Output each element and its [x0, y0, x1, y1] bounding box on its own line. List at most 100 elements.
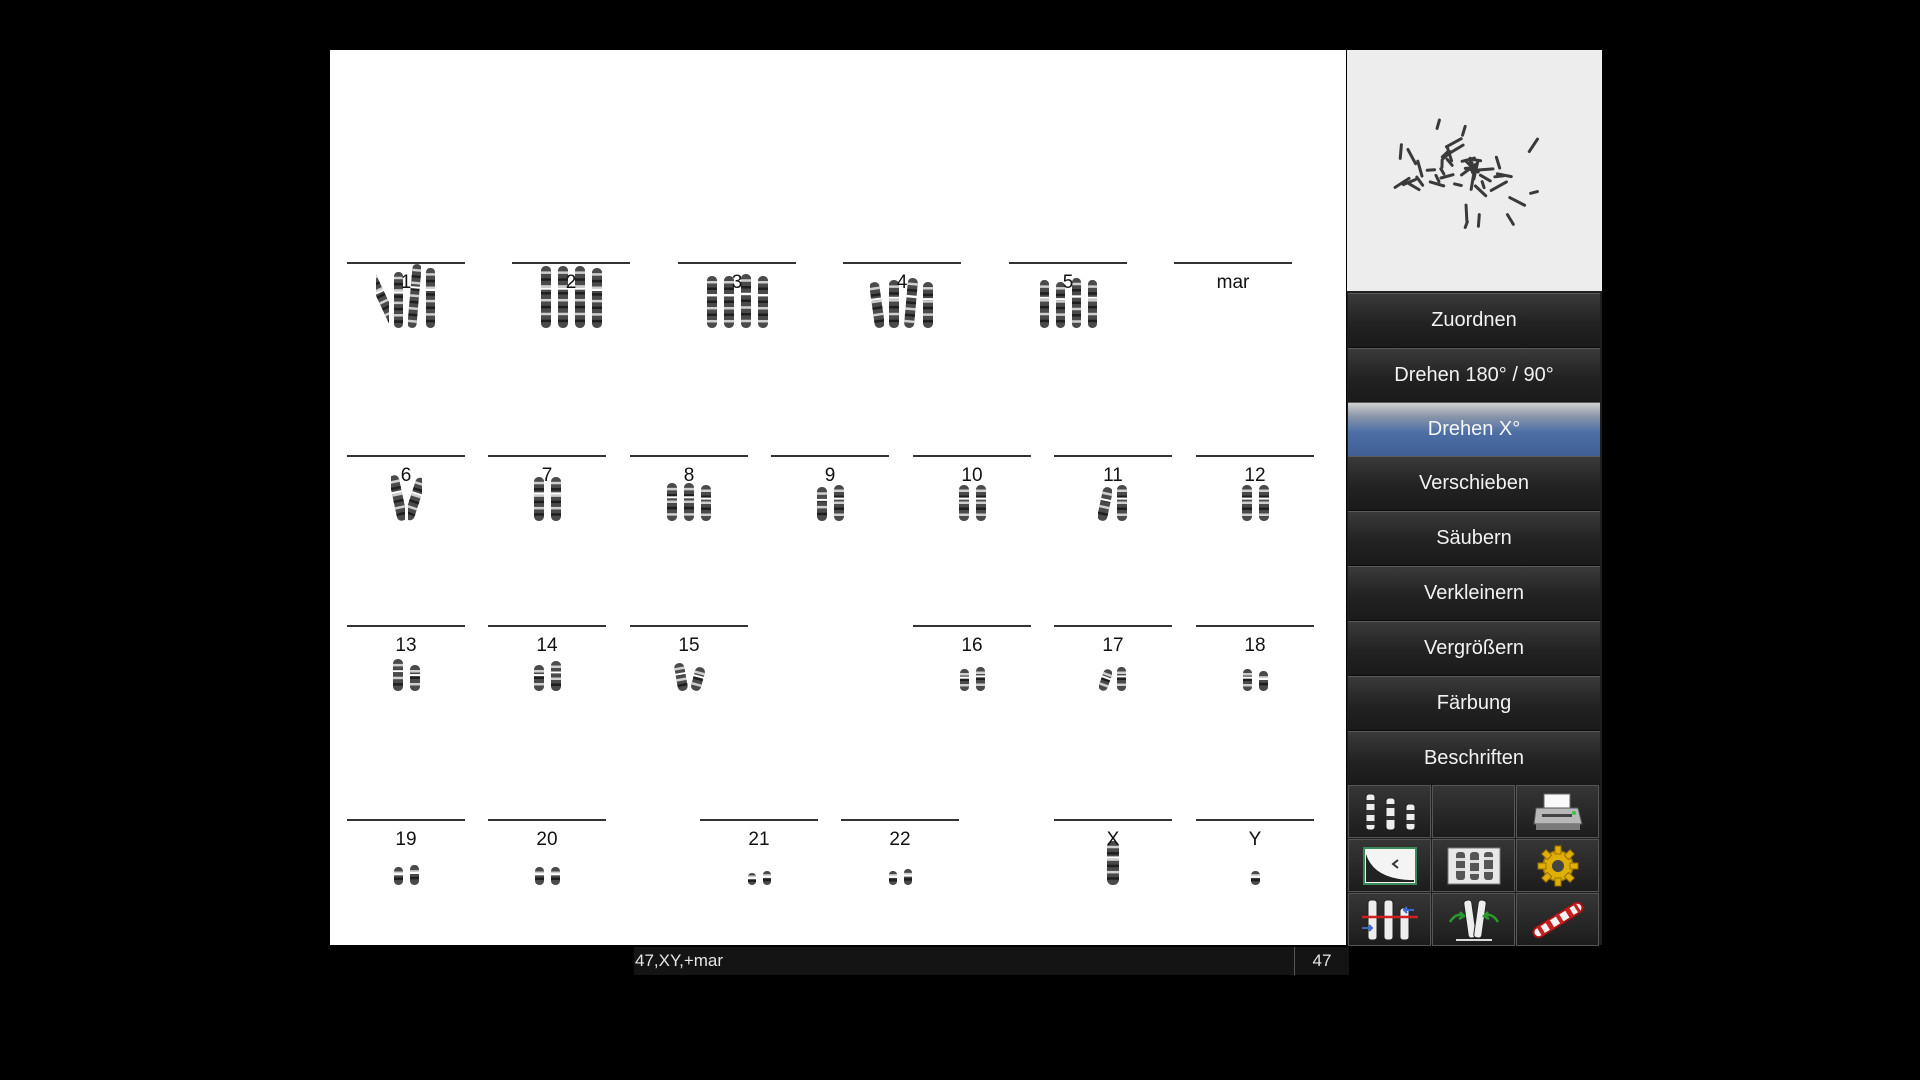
chromosome[interactable]: [699, 483, 713, 523]
clean-button[interactable]: Säubern: [1348, 511, 1600, 566]
chromosome-pair[interactable]: [700, 815, 818, 887]
chromosome[interactable]: [832, 483, 846, 523]
chromosome-pair[interactable]: [347, 621, 465, 693]
chromosome-slot-18[interactable]: 18: [1196, 553, 1314, 693]
chromosome-slot-y[interactable]: Y: [1196, 747, 1314, 887]
print-button[interactable]: [1516, 785, 1599, 838]
chromosome[interactable]: [902, 867, 914, 887]
chromosome-pair[interactable]: [1054, 815, 1172, 887]
chromosome[interactable]: [682, 481, 696, 523]
chromosome[interactable]: [1257, 669, 1270, 693]
chromosome[interactable]: [690, 665, 705, 693]
chromosome[interactable]: [391, 657, 405, 693]
chromosome[interactable]: [1115, 665, 1128, 693]
chromosome-pair[interactable]: [843, 258, 961, 330]
chromosome-slot-21[interactable]: 21: [700, 747, 818, 887]
chromosome-slot-14[interactable]: 14: [488, 553, 606, 693]
chromosome[interactable]: [665, 481, 679, 523]
chromosome-pair[interactable]: [488, 451, 606, 523]
chromosome[interactable]: [1257, 483, 1271, 523]
chromosome-pair[interactable]: [1009, 258, 1127, 330]
chromosome-pair[interactable]: [1196, 621, 1314, 693]
chromosome-slot-16[interactable]: 16: [913, 553, 1031, 693]
chromosome[interactable]: [761, 869, 773, 887]
chromosome-slot-1[interactable]: 1: [347, 190, 465, 330]
move-button[interactable]: Verschieben: [1348, 456, 1600, 511]
chromosome-slot-x[interactable]: X: [1054, 747, 1172, 887]
chromosome-pair[interactable]: [347, 815, 465, 887]
chromosome-pair[interactable]: [1196, 815, 1314, 887]
settings-button[interactable]: [1516, 839, 1599, 892]
staining-button[interactable]: Färbung: [1348, 676, 1600, 731]
chromosome-slot-20[interactable]: 20: [488, 747, 606, 887]
chromosome-slot-mar[interactable]: mar: [1174, 190, 1292, 330]
chromosome[interactable]: [673, 661, 688, 693]
chromosome[interactable]: [392, 865, 405, 887]
chromosome[interactable]: [549, 865, 562, 887]
chromosome-pair[interactable]: [347, 451, 465, 523]
chromosome-pair[interactable]: [630, 451, 748, 523]
chromosome[interactable]: [1240, 483, 1254, 523]
chromosome-slot-13[interactable]: 13: [347, 553, 465, 693]
chromosome-slot-19[interactable]: 19: [347, 747, 465, 887]
chromosome-brush-button[interactable]: [1516, 893, 1599, 946]
chromosome-slot-17[interactable]: 17: [1054, 553, 1172, 693]
chromosome[interactable]: [549, 659, 563, 693]
chromosome-slot-15[interactable]: 15: [630, 553, 748, 693]
enlarge-button[interactable]: Vergrößern: [1348, 621, 1600, 676]
shrink-button[interactable]: Verkleinern: [1348, 566, 1600, 621]
chromosome-slot-11[interactable]: 11: [1054, 383, 1172, 523]
chromosome-pair[interactable]: [488, 815, 606, 887]
chromosome[interactable]: [533, 865, 546, 887]
chromosome[interactable]: [815, 485, 829, 523]
chromosome[interactable]: [974, 665, 987, 693]
chromosome[interactable]: [1115, 483, 1129, 523]
metaphase-preview[interactable]: [1347, 50, 1602, 291]
chromosome[interactable]: [746, 871, 758, 887]
chromosome[interactable]: [974, 483, 988, 523]
chromosome-pair[interactable]: [913, 621, 1031, 693]
karyotype-layout-button[interactable]: [1348, 785, 1431, 838]
chromosome-pair[interactable]: [678, 258, 796, 330]
chromosome-slot-3[interactable]: 3: [678, 190, 796, 330]
rotate-180-90-button[interactable]: Drehen 180° / 90°: [1348, 348, 1600, 403]
chromosome-slot-8[interactable]: 8: [630, 383, 748, 523]
chromosome[interactable]: [958, 667, 971, 693]
chromosome-straighten-button[interactable]: [1432, 893, 1515, 946]
chromosome[interactable]: [408, 663, 422, 693]
chromosome-pair[interactable]: [841, 815, 959, 887]
label-button[interactable]: Beschriften: [1348, 731, 1600, 786]
chromosome-slot-22[interactable]: 22: [841, 747, 959, 887]
chromosome-pair[interactable]: [1174, 258, 1292, 330]
chromosome-pair[interactable]: [488, 621, 606, 693]
chromosome[interactable]: [1241, 667, 1254, 693]
chromosome-pair[interactable]: [771, 451, 889, 523]
chromosome[interactable]: [887, 869, 899, 887]
chromosome-pair[interactable]: [1054, 451, 1172, 523]
chromosome-pair[interactable]: [1196, 451, 1314, 523]
chromosome-pair[interactable]: [913, 451, 1031, 523]
chromosome-slot-9[interactable]: 9: [771, 383, 889, 523]
chromosome-slot-2[interactable]: 2: [512, 190, 630, 330]
chromosome-slot-5[interactable]: 5: [1009, 190, 1127, 330]
chromosome[interactable]: [532, 663, 546, 693]
chromosome-slot-10[interactable]: 10: [913, 383, 1031, 523]
chromosome[interactable]: [1249, 869, 1262, 887]
chromosome-slot-6[interactable]: 6: [347, 383, 465, 523]
chromosome-swap-button[interactable]: [1348, 893, 1431, 946]
chromosome-slot-7[interactable]: 7: [488, 383, 606, 523]
chromosome[interactable]: [957, 483, 971, 523]
chromosome-slot-12[interactable]: 12: [1196, 383, 1314, 523]
chromosome-pair[interactable]: [512, 258, 630, 330]
chromosome-pair[interactable]: [1054, 621, 1172, 693]
chromosome[interactable]: [1098, 667, 1112, 693]
rotate-x-button[interactable]: Drehen X°: [1348, 402, 1600, 457]
assign-button[interactable]: Zuordnen: [1348, 293, 1600, 348]
chromosome-pair[interactable]: [347, 258, 465, 330]
chromosome-pair[interactable]: [630, 621, 748, 693]
chromosome-pair-button[interactable]: [1432, 839, 1515, 892]
image-contrast-button[interactable]: [1348, 839, 1431, 892]
chromosome-slot-4[interactable]: 4: [843, 190, 961, 330]
chromosome[interactable]: [408, 863, 421, 887]
chromosome[interactable]: [1097, 485, 1112, 523]
